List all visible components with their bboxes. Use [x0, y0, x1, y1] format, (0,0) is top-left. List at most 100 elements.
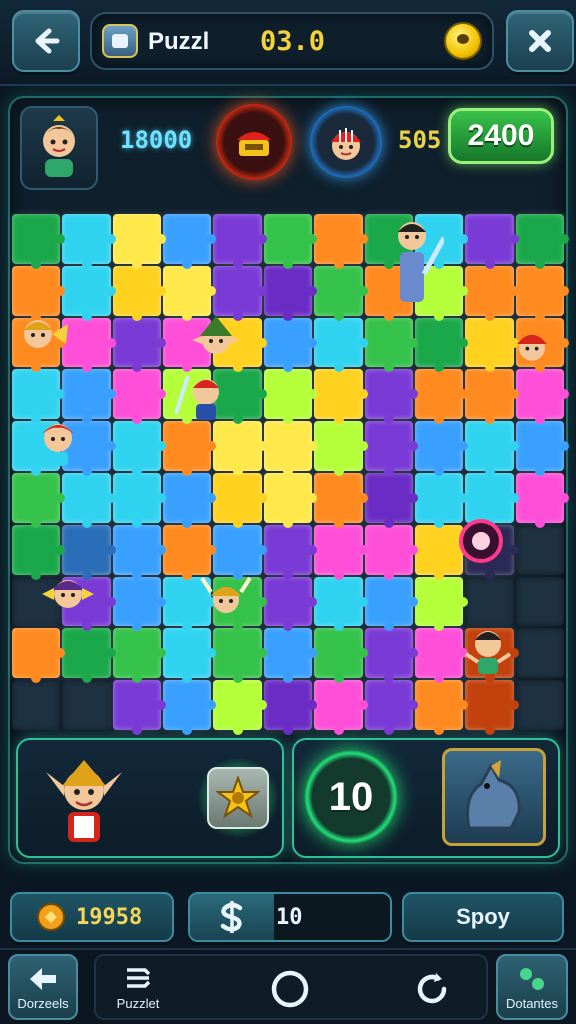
mount-card[interactable] — [442, 748, 546, 846]
puzzle-tile[interactable] — [314, 421, 368, 476]
puzzle-tile[interactable] — [314, 628, 368, 683]
puzzle-tile[interactable] — [515, 214, 570, 269]
puzzle-tile[interactable] — [62, 628, 117, 683]
puzzle-tile[interactable] — [213, 214, 268, 269]
puzzle-tile[interactable] — [414, 628, 469, 683]
player-avatar[interactable] — [20, 106, 98, 190]
puzzle-tile[interactable] — [263, 628, 318, 683]
puzzle-tile[interactable] — [163, 628, 217, 683]
puzzle-tile[interactable] — [414, 421, 469, 476]
puzzle-tile[interactable] — [515, 576, 564, 627]
puzzle-tile[interactable] — [112, 369, 167, 424]
puzzle-tile[interactable] — [112, 680, 167, 735]
puzzle-tile[interactable] — [112, 265, 167, 321]
puzzle-tile[interactable] — [314, 524, 368, 580]
puzzle-tile[interactable] — [263, 680, 318, 735]
puzzle-tile[interactable] — [515, 524, 564, 575]
puzzle-tile[interactable] — [314, 265, 368, 321]
puzzle-tile[interactable] — [465, 265, 520, 321]
puzzle-tile[interactable] — [213, 628, 268, 683]
close-button[interactable] — [506, 10, 574, 72]
puzzle-tile[interactable] — [163, 472, 217, 528]
puzzle-tile[interactable] — [314, 472, 368, 528]
puzzle-tile[interactable] — [213, 472, 268, 528]
puzzle-tile[interactable] — [62, 214, 117, 269]
puzzle-tile[interactable] — [263, 472, 318, 528]
puzzle-tile[interactable] — [515, 265, 570, 321]
puzzle-tile[interactable] — [515, 628, 564, 679]
puzzle-tile[interactable] — [112, 628, 167, 683]
puzzle-tile[interactable] — [364, 317, 419, 373]
nav-center-bar: Puzzlet — [94, 954, 488, 1020]
puzzle-tile[interactable] — [163, 265, 217, 321]
puzzle-tile[interactable] — [12, 680, 61, 730]
puzzle-tile[interactable] — [263, 214, 318, 269]
opponent-badge[interactable] — [310, 106, 382, 178]
puzzle-tile[interactable] — [465, 214, 520, 269]
puzzle-tile[interactable] — [62, 317, 117, 373]
puzzle-tile[interactable] — [314, 576, 368, 632]
puzzle-tile[interactable] — [515, 369, 570, 424]
puzzle-tile[interactable] — [263, 317, 318, 373]
spin-button[interactable]: Spoy — [402, 892, 564, 942]
puzzle-tile[interactable] — [515, 472, 570, 528]
puzzle-tile[interactable] — [163, 680, 217, 735]
puzzle-tile[interactable] — [263, 369, 318, 424]
puzzle-tile[interactable] — [314, 317, 368, 373]
gems-button[interactable]: 19958 — [10, 892, 174, 942]
puzzle-tile[interactable] — [414, 576, 469, 632]
nav-right-button[interactable]: Dotantes — [496, 954, 568, 1020]
puzzle-tile[interactable] — [364, 576, 419, 632]
nav-left-button[interactable]: Dorzeels — [8, 954, 78, 1020]
nav-puzzle-button[interactable]: Puzzlet — [110, 962, 166, 1014]
puzzle-tile[interactable] — [62, 680, 111, 730]
puzzle-tile[interactable] — [12, 628, 66, 683]
bonus-tile[interactable] — [198, 758, 278, 838]
puzzle-tile[interactable] — [364, 524, 419, 580]
coin-count: 03.0 — [260, 26, 326, 57]
opponent-avatar-icon — [331, 128, 361, 160]
puzzle-tile[interactable] — [364, 421, 419, 476]
puzzle-tile[interactable] — [314, 369, 368, 424]
refresh-icon[interactable] — [412, 969, 452, 1009]
puzzle-tile[interactable] — [213, 265, 268, 321]
puzzle-tile[interactable] — [414, 317, 469, 373]
puzzle-tile[interactable] — [465, 680, 520, 735]
puzzle-tile[interactable] — [112, 524, 167, 580]
puzzle-tile[interactable] — [12, 472, 66, 528]
puzzle-tile[interactable] — [263, 524, 318, 580]
puzzle-tile[interactable] — [62, 472, 117, 528]
puzzle-tile[interactable] — [12, 214, 66, 269]
puzzle-tile[interactable] — [112, 576, 167, 632]
puzzle-tile[interactable] — [263, 576, 318, 632]
puzzle-tile[interactable] — [112, 472, 167, 528]
puzzle-tile[interactable] — [112, 214, 167, 269]
puzzle-tile[interactable] — [515, 421, 570, 476]
puzzle-tile[interactable] — [263, 265, 318, 321]
puzzle-tile[interactable] — [364, 369, 419, 424]
puzzle-tile[interactable] — [112, 317, 167, 373]
boss-badge[interactable] — [216, 104, 292, 180]
puzzle-tile[interactable] — [465, 369, 520, 424]
puzzle-tile[interactable] — [112, 421, 167, 476]
puzzle-tile[interactable] — [364, 680, 419, 735]
puzzle-tile[interactable] — [263, 421, 318, 476]
puzzle-tile[interactable] — [465, 421, 520, 476]
puzzle-tile[interactable] — [314, 214, 368, 269]
puzzle-tile[interactable] — [213, 421, 268, 476]
puzzle-tile[interactable] — [213, 680, 268, 735]
puzzle-tile[interactable] — [414, 369, 469, 424]
puzzle-tile[interactable] — [314, 680, 368, 735]
puzzle-tile[interactable] — [163, 421, 217, 476]
coin-icon[interactable] — [444, 22, 482, 60]
puzzle-tile[interactable] — [465, 576, 514, 627]
home-circle-icon[interactable] — [270, 969, 310, 1009]
puzzle-tile[interactable] — [414, 680, 469, 735]
puzzle-tile[interactable] — [364, 628, 419, 683]
cash-field[interactable]: 10 — [188, 892, 392, 942]
back-button[interactable] — [12, 10, 80, 72]
puzzle-tile[interactable] — [364, 472, 419, 528]
puzzle-tile[interactable] — [515, 680, 564, 730]
puzzle-tile[interactable] — [163, 214, 217, 269]
puzzle-tile[interactable] — [62, 265, 117, 321]
